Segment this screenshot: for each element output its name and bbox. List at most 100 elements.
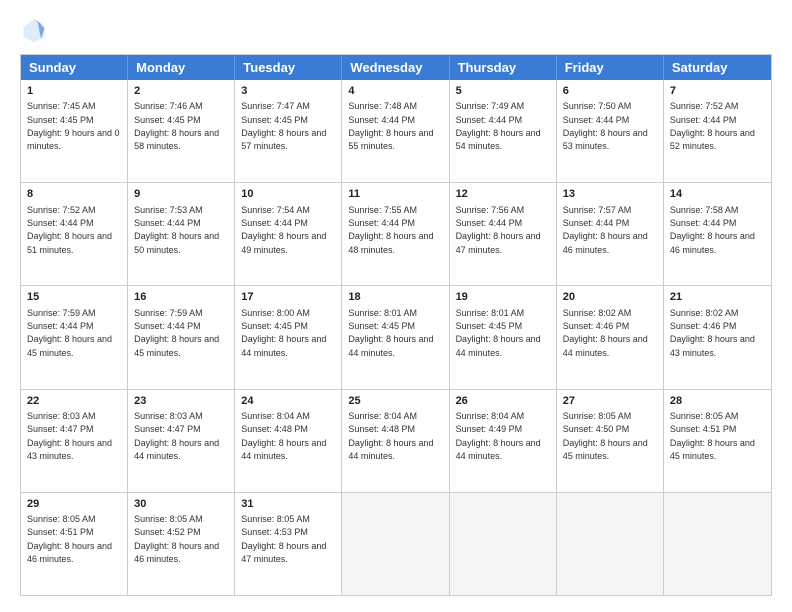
header (20, 16, 772, 44)
sunrise-info: Sunrise: 8:05 AMSunset: 4:51 PMDaylight:… (670, 411, 755, 461)
sunrise-info: Sunrise: 7:45 AMSunset: 4:45 PMDaylight:… (27, 101, 120, 151)
day-cell-28: 28Sunrise: 8:05 AMSunset: 4:51 PMDayligh… (664, 390, 771, 492)
day-number: 8 (27, 187, 121, 201)
day-header-monday: Monday (128, 55, 235, 80)
day-cell-16: 16 Sunrise: 7:59 AMSunset: 4:44 PMDayligh… (128, 286, 235, 388)
sunrise-info: Sunrise: 8:05 AMSunset: 4:50 PMDaylight:… (563, 411, 648, 461)
sunrise-info: Sunrise: 8:05 AMSunset: 4:53 PMDaylight:… (241, 514, 326, 564)
empty-cell (342, 493, 449, 595)
calendar: SundayMondayTuesdayWednesdayThursdayFrid… (20, 54, 772, 596)
sunrise-info: Sunrise: 7:54 AMSunset: 4:44 PMDaylight:… (241, 205, 326, 255)
sunrise-info: Sunrise: 7:47 AMSunset: 4:45 PMDaylight:… (241, 101, 326, 151)
day-cell-8: 8 Sunrise: 7:52 AMSunset: 4:44 PMDaylight… (21, 183, 128, 285)
sunrise-info: Sunrise: 7:53 AMSunset: 4:44 PMDaylight:… (134, 205, 219, 255)
day-number: 14 (670, 187, 765, 201)
sunrise-info: Sunrise: 8:04 AMSunset: 4:48 PMDaylight:… (241, 411, 326, 461)
day-cell-13: 13 Sunrise: 7:57 AMSunset: 4:44 PMDayligh… (557, 183, 664, 285)
sunrise-info: Sunrise: 7:59 AMSunset: 4:44 PMDaylight:… (27, 308, 112, 358)
day-cell-9: 9 Sunrise: 7:53 AMSunset: 4:44 PMDaylight… (128, 183, 235, 285)
day-cell-15: 15 Sunrise: 7:59 AMSunset: 4:44 PMDayligh… (21, 286, 128, 388)
day-cell-29: 29 Sunrise: 8:05 AMSunset: 4:51 PMDayligh… (21, 493, 128, 595)
day-number: 29 (27, 497, 121, 511)
day-number: 9 (134, 187, 228, 201)
calendar-row-5: 29 Sunrise: 8:05 AMSunset: 4:51 PMDayligh… (21, 493, 771, 595)
day-number: 23 (134, 394, 228, 408)
sunrise-info: Sunrise: 8:03 AMSunset: 4:47 PMDaylight:… (27, 411, 112, 461)
day-cell-12: 12 Sunrise: 7:56 AMSunset: 4:44 PMDayligh… (450, 183, 557, 285)
sunrise-info: Sunrise: 8:01 AMSunset: 4:45 PMDaylight:… (348, 308, 433, 358)
day-number: 7 (670, 84, 765, 98)
sunrise-info: Sunrise: 8:02 AMSunset: 4:46 PMDaylight:… (563, 308, 648, 358)
day-header-sunday: Sunday (21, 55, 128, 80)
day-cell-2: 2Sunrise: 7:46 AMSunset: 4:45 PMDaylight… (128, 80, 235, 182)
day-header-tuesday: Tuesday (235, 55, 342, 80)
day-number: 22 (27, 394, 121, 408)
sunrise-info: Sunrise: 7:57 AMSunset: 4:44 PMDaylight:… (563, 205, 648, 255)
day-number: 15 (27, 290, 121, 304)
day-cell-3: 3 Sunrise: 7:47 AMSunset: 4:45 PMDaylight… (235, 80, 342, 182)
calendar-body: 1Sunrise: 7:45 AMSunset: 4:45 PMDaylight… (21, 80, 771, 595)
day-cell-31: 31 Sunrise: 8:05 AMSunset: 4:53 PMDayligh… (235, 493, 342, 595)
day-number: 30 (134, 497, 228, 511)
day-number: 27 (563, 394, 657, 408)
day-number: 4 (348, 84, 442, 98)
sunrise-info: Sunrise: 7:59 AMSunset: 4:44 PMDaylight:… (134, 308, 219, 358)
day-number: 25 (348, 394, 442, 408)
day-number: 2 (134, 84, 228, 98)
sunrise-info: Sunrise: 7:52 AMSunset: 4:44 PMDaylight:… (27, 205, 112, 255)
sunrise-info: Sunrise: 7:49 AMSunset: 4:44 PMDaylight:… (456, 101, 541, 151)
day-number: 17 (241, 290, 335, 304)
sunrise-info: Sunrise: 7:55 AMSunset: 4:44 PMDaylight:… (348, 205, 433, 255)
day-cell-23: 23 Sunrise: 8:03 AMSunset: 4:47 PMDayligh… (128, 390, 235, 492)
day-number: 16 (134, 290, 228, 304)
sunrise-info: Sunrise: 8:04 AMSunset: 4:49 PMDaylight:… (456, 411, 541, 461)
empty-cell (557, 493, 664, 595)
sunrise-info: Sunrise: 7:50 AMSunset: 4:44 PMDaylight:… (563, 101, 648, 151)
day-number: 11 (348, 187, 442, 201)
day-cell-21: 21Sunrise: 8:02 AMSunset: 4:46 PMDayligh… (664, 286, 771, 388)
day-cell-20: 20 Sunrise: 8:02 AMSunset: 4:46 PMDayligh… (557, 286, 664, 388)
sunrise-info: Sunrise: 8:05 AMSunset: 4:51 PMDaylight:… (27, 514, 112, 564)
sunrise-info: Sunrise: 8:02 AMSunset: 4:46 PMDaylight:… (670, 308, 755, 358)
day-cell-4: 4 Sunrise: 7:48 AMSunset: 4:44 PMDaylight… (342, 80, 449, 182)
calendar-row-2: 8 Sunrise: 7:52 AMSunset: 4:44 PMDaylight… (21, 183, 771, 286)
page: SundayMondayTuesdayWednesdayThursdayFrid… (0, 0, 792, 612)
day-number: 20 (563, 290, 657, 304)
empty-cell (450, 493, 557, 595)
sunrise-info: Sunrise: 7:58 AMSunset: 4:44 PMDaylight:… (670, 205, 755, 255)
sunrise-info: Sunrise: 8:04 AMSunset: 4:48 PMDaylight:… (348, 411, 433, 461)
sunrise-info: Sunrise: 7:48 AMSunset: 4:44 PMDaylight:… (348, 101, 433, 151)
day-cell-11: 11 Sunrise: 7:55 AMSunset: 4:44 PMDayligh… (342, 183, 449, 285)
day-cell-1: 1Sunrise: 7:45 AMSunset: 4:45 PMDaylight… (21, 80, 128, 182)
empty-cell (664, 493, 771, 595)
day-cell-30: 30 Sunrise: 8:05 AMSunset: 4:52 PMDayligh… (128, 493, 235, 595)
calendar-row-4: 22 Sunrise: 8:03 AMSunset: 4:47 PMDayligh… (21, 390, 771, 493)
day-cell-19: 19 Sunrise: 8:01 AMSunset: 4:45 PMDayligh… (450, 286, 557, 388)
day-cell-25: 25 Sunrise: 8:04 AMSunset: 4:48 PMDayligh… (342, 390, 449, 492)
day-number: 13 (563, 187, 657, 201)
day-number: 10 (241, 187, 335, 201)
sunrise-info: Sunrise: 8:03 AMSunset: 4:47 PMDaylight:… (134, 411, 219, 461)
day-number: 19 (456, 290, 550, 304)
sunrise-info: Sunrise: 7:56 AMSunset: 4:44 PMDaylight:… (456, 205, 541, 255)
day-cell-7: 7 Sunrise: 7:52 AMSunset: 4:44 PMDaylight… (664, 80, 771, 182)
day-cell-17: 17Sunrise: 8:00 AMSunset: 4:45 PMDayligh… (235, 286, 342, 388)
logo (20, 16, 52, 44)
day-number: 12 (456, 187, 550, 201)
day-cell-26: 26 Sunrise: 8:04 AMSunset: 4:49 PMDayligh… (450, 390, 557, 492)
day-number: 31 (241, 497, 335, 511)
day-number: 6 (563, 84, 657, 98)
day-cell-14: 14 Sunrise: 7:58 AMSunset: 4:44 PMDayligh… (664, 183, 771, 285)
sunrise-info: Sunrise: 8:01 AMSunset: 4:45 PMDaylight:… (456, 308, 541, 358)
day-cell-18: 18Sunrise: 8:01 AMSunset: 4:45 PMDayligh… (342, 286, 449, 388)
day-number: 26 (456, 394, 550, 408)
day-header-saturday: Saturday (664, 55, 771, 80)
calendar-row-1: 1Sunrise: 7:45 AMSunset: 4:45 PMDaylight… (21, 80, 771, 183)
day-header-thursday: Thursday (450, 55, 557, 80)
calendar-header: SundayMondayTuesdayWednesdayThursdayFrid… (21, 55, 771, 80)
sunrise-info: Sunrise: 7:52 AMSunset: 4:44 PMDaylight:… (670, 101, 755, 151)
day-number: 3 (241, 84, 335, 98)
day-cell-5: 5Sunrise: 7:49 AMSunset: 4:44 PMDaylight… (450, 80, 557, 182)
sunrise-info: Sunrise: 8:05 AMSunset: 4:52 PMDaylight:… (134, 514, 219, 564)
day-header-friday: Friday (557, 55, 664, 80)
